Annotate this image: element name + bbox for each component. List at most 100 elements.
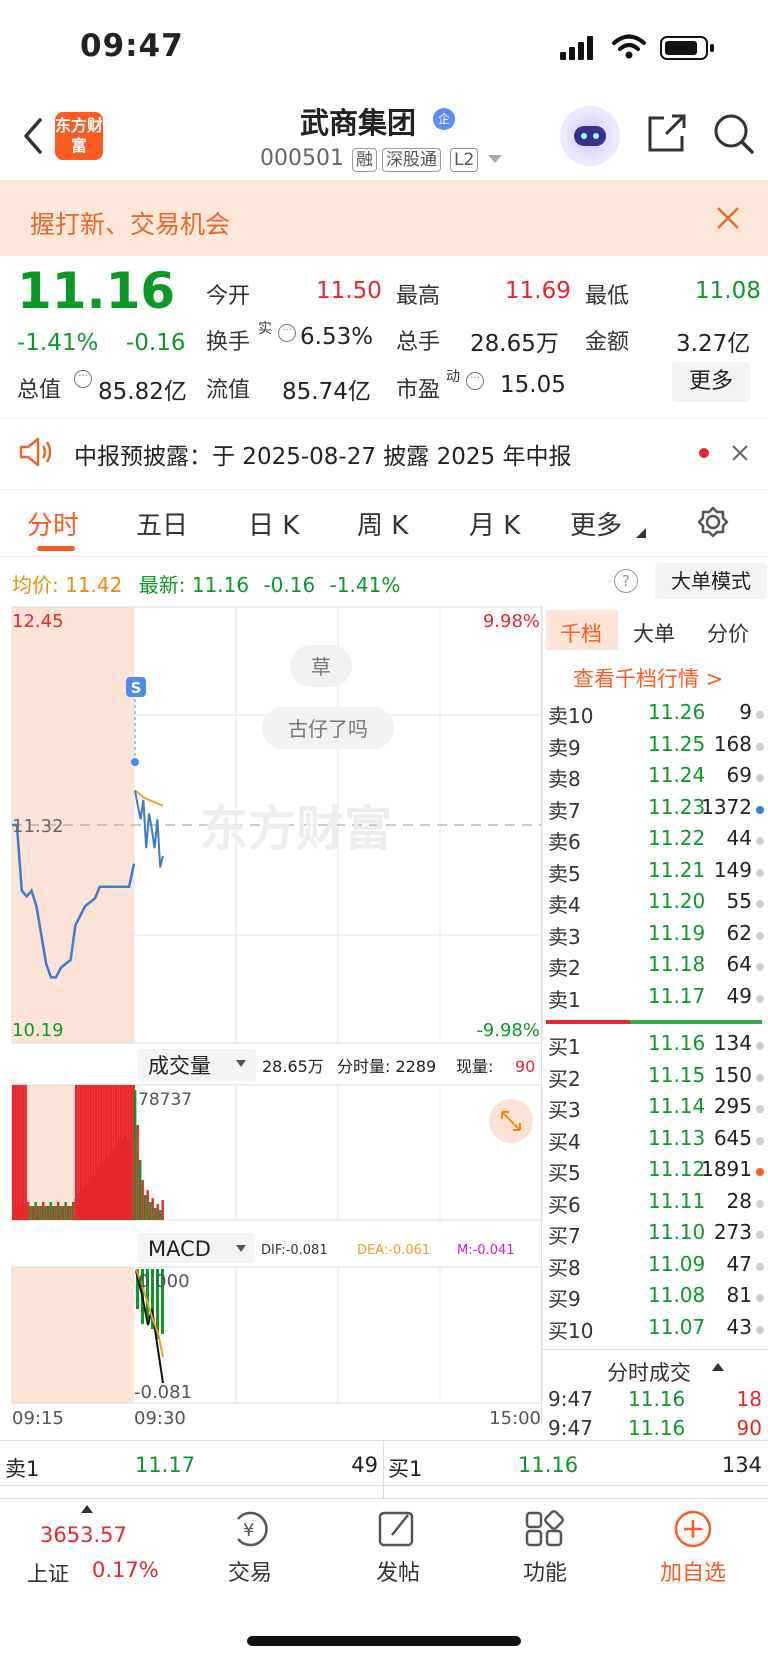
volume-bar xyxy=(37,1206,40,1220)
status-dot xyxy=(756,994,764,1003)
share-icon[interactable] xyxy=(646,112,688,154)
status-dot xyxy=(756,837,764,845)
bid-row[interactable]: 买4 11.13 645 xyxy=(548,1125,764,1157)
high-value: 11.69 xyxy=(505,278,571,304)
bid-row[interactable]: 买1 11.16 134 xyxy=(548,1031,764,1062)
index-name: 上证 xyxy=(27,1562,69,1586)
status-dot xyxy=(756,1136,764,1145)
volume-bar xyxy=(32,1206,35,1220)
nav-functions-label: 功能 xyxy=(522,1561,567,1586)
macd-top-label: 0.000 xyxy=(138,1271,190,1292)
tab-more[interactable]: 更多 xyxy=(570,505,622,542)
intraday-chart[interactable]: 东方财富 S 草 古仔了吗 12.45 11.32 10.19 9.98% -9… xyxy=(0,605,545,1425)
tab-daily-k[interactable]: 日 K xyxy=(248,505,299,542)
nav-functions[interactable]: 功能 xyxy=(485,1509,605,1587)
ask-row[interactable]: 卖9 11.25 168 xyxy=(548,732,764,763)
ask-price: 11.17 xyxy=(648,983,706,1008)
status-dot xyxy=(756,1294,764,1302)
bid-row[interactable]: 买8 11.09 47 xyxy=(548,1252,764,1283)
now-volume-label: 现量: xyxy=(456,1057,493,1076)
help-icon[interactable]: ? xyxy=(614,569,638,593)
big-order-mode-button[interactable]: 大单模式 xyxy=(655,563,767,599)
macd-dea: DEA:-0.061 xyxy=(357,1243,430,1258)
bid-row[interactable]: 买3 11.14 295 xyxy=(548,1094,764,1125)
ask-level-label: 卖9 xyxy=(548,735,581,760)
tab-weekly-k[interactable]: 周 K xyxy=(357,505,408,542)
tab-monthly-k[interactable]: 月 K xyxy=(469,505,520,542)
volume-bar xyxy=(130,1085,133,1220)
volume-bar xyxy=(161,1200,164,1220)
caret-down-icon[interactable] xyxy=(488,155,502,165)
tab-price-distribution[interactable]: 分价 xyxy=(707,618,749,648)
bid-level-label: 买9 xyxy=(548,1287,581,1311)
home-indicator xyxy=(247,1636,521,1646)
nav-add-watchlist[interactable]: 加自选 xyxy=(633,1509,753,1587)
status-dot xyxy=(756,1168,764,1176)
ask-row[interactable]: 卖4 11.20 55 xyxy=(548,889,764,920)
bid-row[interactable]: 买10 11.07 43 xyxy=(548,1315,764,1346)
index-value[interactable]: 3653.57 xyxy=(40,1523,127,1547)
more-button[interactable]: 更多 xyxy=(672,362,750,402)
latest-value: 11.16 xyxy=(191,573,250,597)
stock-name[interactable]: 武商集团 xyxy=(300,100,416,142)
ask-row[interactable]: 卖3 11.19 62 xyxy=(548,921,764,952)
nav-trade[interactable]: ¥ 交易 xyxy=(190,1509,310,1587)
bid-volume: 645 xyxy=(713,1125,752,1150)
quick-sell-price[interactable]: 11.17 xyxy=(135,1453,195,1477)
bid-level-label: 买1 xyxy=(548,1035,581,1059)
ask-row[interactable]: 卖2 11.18 64 xyxy=(548,952,764,983)
high-label: 最高 xyxy=(396,284,441,309)
close-icon[interactable] xyxy=(731,444,749,462)
tab-five-day[interactable]: 五日 xyxy=(136,505,188,542)
caret-up-icon xyxy=(81,1505,93,1513)
tab-intraday[interactable]: 分时 xyxy=(27,505,79,542)
info-icon[interactable]: ··· xyxy=(278,324,296,342)
trades-title[interactable]: 分时成交 xyxy=(607,1357,691,1387)
trade-price: 11.16 xyxy=(628,1416,686,1440)
ask-row[interactable]: 卖1 11.17 49 xyxy=(548,983,764,1015)
bid-row[interactable]: 买6 11.11 28 xyxy=(548,1189,764,1220)
ask-row[interactable]: 卖8 11.24 69 xyxy=(548,763,764,794)
bid-row[interactable]: 买5 11.12 1891 xyxy=(548,1157,764,1188)
volume-bar xyxy=(44,1206,47,1220)
search-icon[interactable] xyxy=(712,112,756,156)
quick-buy-label[interactable]: 买1 xyxy=(388,1453,422,1483)
now-volume-value: 90 xyxy=(515,1057,535,1076)
grid-icon xyxy=(525,1510,564,1547)
quick-buy-price[interactable]: 11.16 xyxy=(518,1453,578,1477)
status-dot xyxy=(756,1105,764,1113)
tab-big-orders[interactable]: 大单 xyxy=(633,618,675,648)
bid-row[interactable]: 买7 11.10 273 xyxy=(548,1220,764,1251)
comment-bubble-text: 古仔了吗 xyxy=(288,717,368,741)
close-icon[interactable] xyxy=(716,206,740,230)
watermark: 东方财富 xyxy=(200,801,392,857)
bid-row[interactable]: 买9 11.08 81 xyxy=(548,1283,764,1314)
corp-badge: 企 xyxy=(433,108,455,130)
back-icon[interactable] xyxy=(18,116,48,156)
comment-bubble-text: 草 xyxy=(311,655,331,679)
bid-row[interactable]: 买2 11.15 150 xyxy=(548,1063,764,1094)
app-logo: 东方财富 xyxy=(55,112,103,160)
assistant-avatar[interactable] xyxy=(560,106,620,166)
speaker-icon xyxy=(19,437,52,467)
view-levels-link[interactable]: 查看千档行情 > xyxy=(573,663,723,693)
bid-price: 11.14 xyxy=(648,1094,706,1118)
trade-icon: ¥ xyxy=(237,1511,268,1547)
ask-row[interactable]: 卖5 11.21 149 xyxy=(548,858,764,889)
settings-icon[interactable] xyxy=(696,505,730,539)
ask-row[interactable]: 卖10 11.26 9 xyxy=(548,700,764,731)
ask-row[interactable]: 卖7 11.23 1372 xyxy=(548,795,764,826)
info-icon[interactable]: ··· xyxy=(466,372,484,390)
tab-thousand-levels[interactable]: 千档 xyxy=(560,618,602,648)
avg-label: 均价: xyxy=(12,573,59,597)
macd-grid xyxy=(235,1267,441,1403)
status-dot xyxy=(756,742,764,751)
status-dot xyxy=(756,900,764,908)
ask-row[interactable]: 卖6 11.22 44 xyxy=(548,826,764,857)
quick-sell-label[interactable]: 卖1 xyxy=(5,1453,39,1483)
ask-level-label: 卖8 xyxy=(548,767,581,791)
nav-post[interactable]: 发帖 xyxy=(338,1509,458,1587)
margin-tag: 融 xyxy=(352,148,377,172)
info-icon[interactable]: ··· xyxy=(74,370,92,388)
volume-bar xyxy=(154,1208,157,1220)
